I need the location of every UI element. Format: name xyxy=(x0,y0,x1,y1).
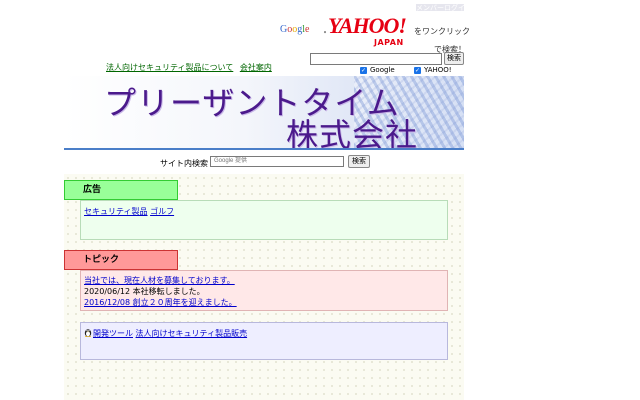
main-content: 広告 セキュリティ製品 ゴルフ トピック 当社では、現在人材を募集しております。… xyxy=(64,174,464,400)
site-search-input[interactable] xyxy=(210,156,344,167)
site-search-button[interactable]: 検索 xyxy=(348,155,370,168)
topic-text-relocation: 2020/06/12 本社移転しました。 xyxy=(84,287,205,296)
site-search-label: サイト内検索 xyxy=(160,159,208,168)
topics-box: 当社では、現在人材を募集しております。 2020/06/12 本社移転しました。… xyxy=(80,270,448,311)
nav-link-security-products[interactable]: 法人向けセキュリティ製品について xyxy=(106,63,233,72)
ad-link-security-products[interactable]: セキュリティ製品 xyxy=(84,207,148,216)
product-link-security-sales[interactable]: 法人向けセキュリティ製品販売 xyxy=(136,329,248,338)
web-search-button[interactable]: 検索 xyxy=(444,52,464,65)
topics-heading: トピック xyxy=(64,250,178,270)
yahoo-logo[interactable]: YAHOO! JAPAN xyxy=(328,14,416,48)
list-item: 2020/06/12 本社移転しました。 xyxy=(84,286,444,297)
yahoo-wordmark: YAHOO! xyxy=(328,13,407,38)
list-item: 2016/12/08 創立２０周年を迎えました。 xyxy=(84,297,444,308)
banner-divider xyxy=(64,148,464,150)
checkbox-checked-icon: ✓ xyxy=(414,66,421,74)
topic-link-anniversary[interactable]: 2016/12/08 創立２０周年を迎えました。 xyxy=(84,298,237,307)
google-engine-checkbox[interactable]: ✓ Google xyxy=(360,66,395,74)
yahoo-japan-label: JAPAN xyxy=(374,38,404,47)
google-logo[interactable]: Google xyxy=(280,24,309,36)
web-search-input[interactable] xyxy=(310,53,442,65)
yahoo-engine-checkbox[interactable]: ✓ YAHOO! xyxy=(414,66,452,74)
banner-title-line2: 株式会社 xyxy=(286,116,419,148)
product-link-dev-tools[interactable]: 開発ツール xyxy=(93,329,133,338)
topic-link-recruiting[interactable]: 当社では、現在人材を募集しております。 xyxy=(84,276,235,285)
company-banner: プリーザントタイム 株式会社 xyxy=(64,76,464,148)
products-box: 開発ツール 法人向けセキュリティ製品販売 xyxy=(80,322,448,360)
page: メンバーログイン Google ・ YAHOO! JAPAN をワンクリック で… xyxy=(64,0,470,400)
ad-link-golf[interactable]: ゴルフ xyxy=(150,207,174,216)
penguin-icon xyxy=(84,329,92,337)
ads-box: セキュリティ製品 ゴルフ xyxy=(80,200,448,240)
list-item: 当社では、現在人材を募集しております。 xyxy=(84,275,444,286)
checkbox-checked-icon: ✓ xyxy=(360,66,367,74)
top-nav: 法人向けセキュリティ製品について 会社案内 xyxy=(106,62,276,73)
one-click-label: をワンクリック xyxy=(414,27,470,36)
ads-heading: 広告 xyxy=(64,180,178,200)
member-login-link[interactable]: メンバーログイン xyxy=(416,4,464,12)
nav-link-company-info[interactable]: 会社案内 xyxy=(240,63,272,72)
